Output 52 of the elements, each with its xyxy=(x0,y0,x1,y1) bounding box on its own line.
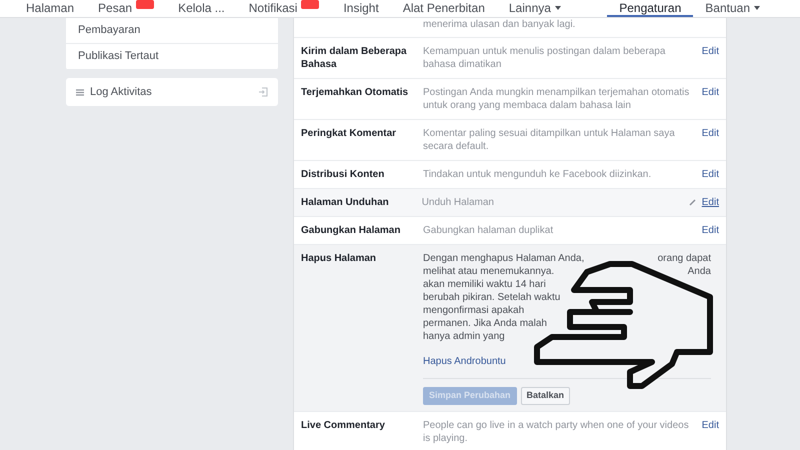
description-text: Anda xyxy=(688,265,711,278)
setting-description: People can go live in a watch party when one of your videos is playing. xyxy=(423,419,690,445)
setting-description: Komentar paling sesuai ditampilkan untuk Halaman saya secara default. xyxy=(423,127,676,153)
caret-icon xyxy=(554,6,561,10)
description-text: orang dapat xyxy=(658,252,711,265)
description-text: berubah pikiran. Setelah waktu xyxy=(423,291,560,304)
nav-tab[interactable]: Insight xyxy=(331,0,391,17)
sidebar-item[interactable]: Log Aktivitas xyxy=(66,78,278,106)
setting-label: Hapus Halaman xyxy=(301,252,378,265)
edit-link[interactable]: Edit xyxy=(702,86,719,99)
list-icon xyxy=(76,88,84,96)
setting-description: Postingan Anda mungkin menampilkan terjemahan otomatis untuk orang yang membaca dalam bahasa lain xyxy=(423,86,690,112)
description-text: melihat atau menemukannya. xyxy=(423,265,554,278)
nav-tab[interactable]: Halaman xyxy=(14,0,86,17)
edit-link[interactable]: Edit xyxy=(702,168,719,181)
sidebar-item[interactable]: Pembayaran xyxy=(66,18,278,44)
setting-description: Unduh Halaman xyxy=(422,196,495,209)
nav-tab[interactable]: Bantuan xyxy=(693,0,772,17)
edit-link[interactable]: Edit xyxy=(702,224,719,237)
setting-description: Kemampuan untuk menulis postingan dalam beberapa bahasa dimatikan xyxy=(423,45,666,71)
description-text: permanen. Jika Anda malah xyxy=(423,317,547,330)
setting-label: Halaman Unduhan xyxy=(301,196,390,209)
description-text: akan memiliki waktu 14 hari xyxy=(423,278,546,291)
caret-icon xyxy=(754,6,760,10)
nav-tab[interactable]: Kelola ... xyxy=(166,0,237,17)
nav-tab[interactable]: Notifikasi xyxy=(236,0,332,17)
sidebar-item[interactable]: Publikasi Tertaut xyxy=(66,44,278,70)
edit-link[interactable]: Edit xyxy=(702,196,719,209)
cancel-button[interactable]: Batalkan xyxy=(520,387,570,405)
export-icon xyxy=(258,87,268,97)
nav-tab[interactable]: Lainnya xyxy=(496,0,573,17)
setting-label: Kirim dalam Beberapa Bahasa xyxy=(301,45,408,71)
setting-description: Tindakan untuk mengunduh ke Facebook diizinkan. xyxy=(423,168,652,181)
setting-label: Gabungkan Halaman xyxy=(301,224,402,237)
edit-link[interactable]: Edit xyxy=(702,127,719,140)
edit-link[interactable]: Edit xyxy=(702,419,719,432)
setting-label: Terjemahkan Otomatis xyxy=(301,86,410,99)
description-text: mengonfirmasi apakah xyxy=(423,304,524,317)
setting-description: menerima ulasan dan banyak lagi. xyxy=(423,18,576,31)
description-text: hanya admin yang xyxy=(423,330,505,343)
nav-tab[interactable]: Pesan xyxy=(86,0,166,17)
setting-label: Peringkat Komentar xyxy=(301,127,398,140)
setting-label: Live Commentary xyxy=(301,419,386,432)
setting-description: Gabungkan halaman duplikat xyxy=(423,224,554,237)
setting-label: Distribusi Konten xyxy=(301,168,386,181)
notification-badge xyxy=(301,0,320,9)
pencil-icon xyxy=(688,199,696,206)
notification-badge xyxy=(136,0,154,9)
description-text: Dengan menghapus Halaman Anda, xyxy=(423,252,584,265)
nav-tab[interactable]: Alat Penerbitan xyxy=(390,0,497,17)
delete-page-link[interactable]: Hapus Androbuntu xyxy=(423,356,506,367)
edit-link[interactable]: Edit xyxy=(702,45,719,58)
